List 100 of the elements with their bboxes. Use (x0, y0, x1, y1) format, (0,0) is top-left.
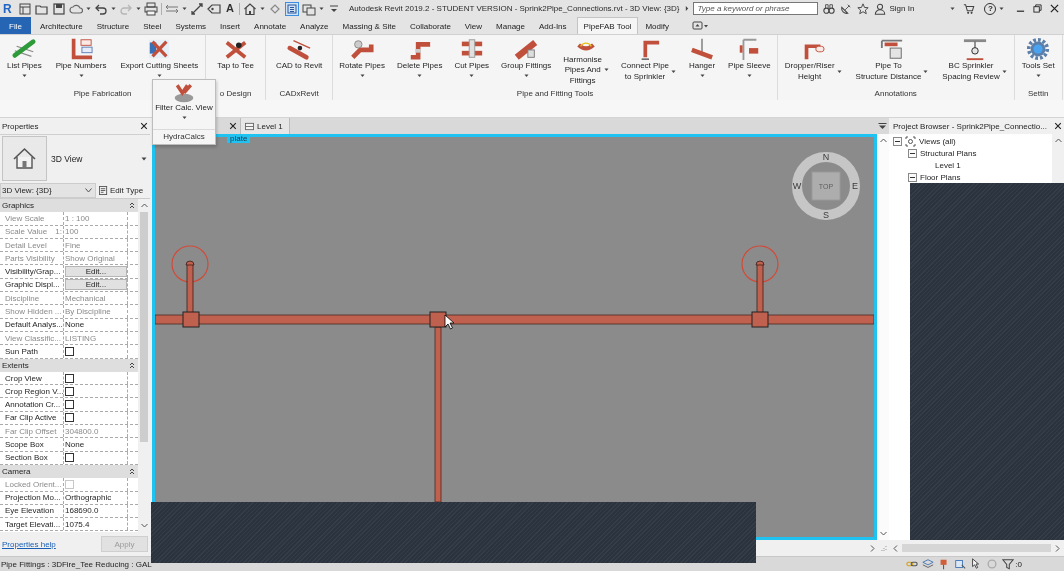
checkbox[interactable] (65, 346, 74, 356)
layers-icon[interactable] (922, 558, 935, 570)
binoculars-icon[interactable] (823, 2, 836, 15)
expand-arrow-icon[interactable] (685, 5, 690, 12)
tab-list-icon[interactable] (878, 122, 887, 130)
user-icon[interactable] (874, 2, 887, 15)
ribbon-button[interactable]: Delete Pipes (391, 37, 449, 86)
close-icon[interactable] (1050, 4, 1060, 13)
close-icon[interactable] (1054, 122, 1062, 130)
search-field[interactable]: Type a keyword or phrase (693, 2, 819, 15)
checkbox[interactable] (65, 373, 74, 383)
checkbox[interactable] (65, 386, 74, 396)
ribbon-button[interactable]: Connect Pipe to Sprinkler (615, 37, 683, 86)
property-name: Parts Visibility (5, 253, 55, 263)
collapse-icon[interactable] (908, 148, 917, 158)
ribbon-button[interactable]: Pipe Numbers (48, 37, 114, 86)
ribbon-tab[interactable]: Collaborate (402, 17, 458, 34)
document-tab[interactable]: Level 1 (240, 118, 290, 134)
ribbon-button[interactable]: BC Sprinkler Spacing Review (935, 37, 1014, 86)
ribbon-tab[interactable]: Massing & Site (335, 17, 403, 34)
sign-in-link[interactable]: Sign In (889, 4, 915, 13)
scrollbar[interactable] (877, 134, 889, 540)
checkbox[interactable] (65, 400, 74, 410)
ribbon-tab[interactable]: Structure (89, 17, 137, 34)
ribbon-tab[interactable]: File (0, 17, 31, 34)
star-icon[interactable] (857, 2, 870, 15)
restore-icon[interactable] (1033, 4, 1043, 13)
resize-grip-icon[interactable] (879, 544, 887, 552)
ribbon-tab[interactable]: Insert (213, 17, 248, 34)
ribbon-button[interactable]: Pipe Sleeve (722, 37, 777, 86)
close-icon[interactable] (140, 122, 148, 130)
collapse-icon[interactable] (893, 136, 902, 146)
property-group-header[interactable]: Camera (0, 464, 138, 479)
caret-icon (523, 73, 529, 78)
tree-item[interactable]: Views (all) (919, 136, 956, 146)
panel-toggle-icon[interactable] (692, 19, 709, 32)
ribbon-tab[interactable]: Systems (168, 17, 214, 34)
filter-icon[interactable] (1002, 558, 1015, 570)
ribbon-tab[interactable]: Steel (136, 17, 169, 34)
property-value: 168690.0 (65, 506, 99, 516)
ribbon-tab[interactable]: Modify (638, 17, 676, 34)
house-icon[interactable] (242, 1, 257, 16)
property-group-header[interactable]: Extents (0, 358, 138, 372)
face-select-icon[interactable] (954, 558, 967, 570)
ribbon-button[interactable]: Cut Pipes (448, 37, 496, 86)
ribbon-button[interactable]: Harmonise Pipes And Fittings (557, 37, 615, 86)
checkbox[interactable] (65, 413, 74, 423)
edit-button[interactable]: Edit... (65, 266, 127, 278)
property-value: None (65, 320, 85, 330)
ribbon-button[interactable]: List Pipes (0, 37, 49, 86)
ribbon-tab[interactable]: Analyze (293, 17, 336, 34)
scroll-up-icon[interactable] (879, 138, 887, 143)
ribbon-tab[interactable]: PipeFAB Tool (576, 17, 639, 34)
scroll-thumb[interactable] (140, 212, 148, 442)
ribbon-tab[interactable]: Architecture (33, 17, 90, 34)
view-dropdown[interactable]: 3D View: {3D} (0, 182, 96, 198)
tree-item[interactable]: Floor Plans (920, 173, 961, 183)
ribbon-button[interactable]: Dropper/Riser Height (777, 37, 849, 86)
ribbon-button[interactable]: Group Fittings (495, 37, 558, 86)
scroll-down-icon[interactable] (140, 523, 148, 528)
aligned-dimension-icon[interactable] (190, 1, 204, 16)
caret-icon (604, 67, 609, 74)
properties-help-link[interactable]: Properties help (2, 539, 56, 549)
ribbon-tab[interactable]: Manage (489, 17, 532, 34)
ribbon-button[interactable]: Tools Set (1014, 37, 1062, 86)
edit-type-button[interactable]: Edit Type (99, 185, 144, 195)
print-icon[interactable] (144, 1, 158, 16)
cart-icon[interactable] (963, 2, 976, 15)
tree-item[interactable]: Level 1 (935, 160, 961, 170)
edit-button[interactable]: Edit... (65, 279, 127, 291)
window-grid-icon[interactable] (18, 1, 32, 16)
scroll-up-icon[interactable] (1054, 138, 1062, 143)
switch-windows-icon[interactable] (301, 1, 316, 16)
scroll-thumb[interactable] (902, 544, 1051, 552)
tree-item[interactable]: Structural Plans (920, 148, 977, 158)
collapse-icon[interactable] (129, 361, 135, 369)
scroll-down-icon[interactable] (879, 531, 887, 536)
ribbon-tab[interactable]: View (457, 17, 490, 34)
collapse-icon[interactable] (129, 468, 135, 476)
thin-lines-icon[interactable] (284, 1, 299, 16)
ribbon-tab[interactable]: Add-Ins (532, 17, 574, 34)
collapse-icon[interactable] (908, 173, 917, 183)
ribbon-button[interactable]: Hanger (682, 37, 723, 86)
type-selector[interactable]: 3D View (0, 134, 150, 182)
ribbon-button[interactable]: Pipe To Structure Distance (848, 37, 936, 86)
checkbox[interactable] (65, 453, 74, 463)
scroll-up-icon[interactable] (140, 203, 148, 208)
ribbon-button[interactable]: Rotate Pipes (333, 37, 392, 86)
floor-plan-icon (245, 121, 254, 131)
close-icon[interactable] (229, 122, 237, 130)
property-group-header[interactable]: Graphics (0, 199, 138, 213)
app-logo[interactable]: R (3, 1, 12, 16)
satellite-dish-icon[interactable] (840, 2, 853, 15)
collapse-icon[interactable] (129, 202, 135, 210)
text-tool-button[interactable]: A (224, 2, 236, 15)
ribbon-button[interactable]: CAD to Revit (266, 37, 333, 86)
save-icon[interactable] (52, 1, 66, 16)
ribbon-tab[interactable]: Annotate (247, 17, 294, 34)
tag-icon[interactable] (207, 1, 221, 16)
property-name: Annotation Cr... (5, 400, 61, 410)
